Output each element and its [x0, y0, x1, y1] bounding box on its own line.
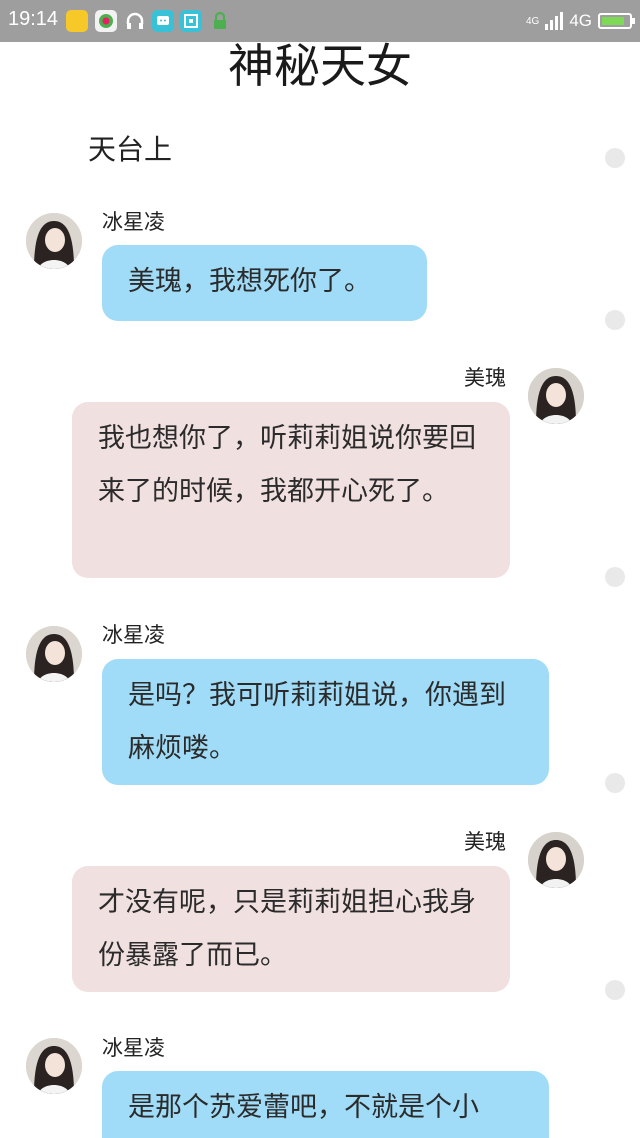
- side-dot: [605, 980, 625, 1000]
- chat-app-icon: [152, 10, 174, 32]
- speaker-name: 冰星凌: [102, 210, 165, 234]
- side-dot: [605, 310, 625, 330]
- battery-icon: [598, 13, 635, 29]
- page-title: 神秘天女: [228, 39, 412, 93]
- speaker-name: 冰星凌: [102, 623, 165, 647]
- lock-icon: [209, 10, 231, 32]
- security-app-icon: [66, 10, 88, 32]
- side-dot: [605, 773, 625, 793]
- signal-bars-icon: [545, 12, 564, 30]
- avatar[interactable]: [528, 832, 584, 888]
- app-store-icon: [95, 10, 117, 32]
- message-bubble: 是那个苏爱蕾吧，不就是个小: [102, 1071, 549, 1138]
- avatar[interactable]: [26, 1038, 82, 1094]
- message-bubble: 是吗？我可听莉莉姐说，你遇到麻烦喽。: [102, 659, 549, 785]
- message-bubble: 我也想你了，听莉莉姐说你要回来了的时候，我都开心死了。: [72, 402, 510, 578]
- message-bubble: 才没有呢，只是莉莉姐担心我身份暴露了而已。: [72, 866, 510, 992]
- network-type: 4G: [569, 11, 592, 30]
- speaker-name: 美瑰: [464, 830, 506, 854]
- headset-icon: [124, 10, 146, 32]
- speaker-name: 美瑰: [464, 366, 506, 390]
- speaker-name: 冰星凌: [102, 1036, 165, 1060]
- signal-4g-small-label: 4G: [525, 15, 540, 27]
- scene-caption: 天台上: [88, 133, 173, 166]
- side-dot: [605, 148, 625, 168]
- scan-icon: [180, 10, 202, 32]
- status-time: 19:14: [8, 8, 59, 30]
- side-dot: [605, 567, 625, 587]
- avatar[interactable]: [26, 213, 82, 269]
- message-bubble: 美瑰，我想死你了。: [102, 245, 427, 321]
- avatar[interactable]: [528, 368, 584, 424]
- avatar[interactable]: [26, 626, 82, 682]
